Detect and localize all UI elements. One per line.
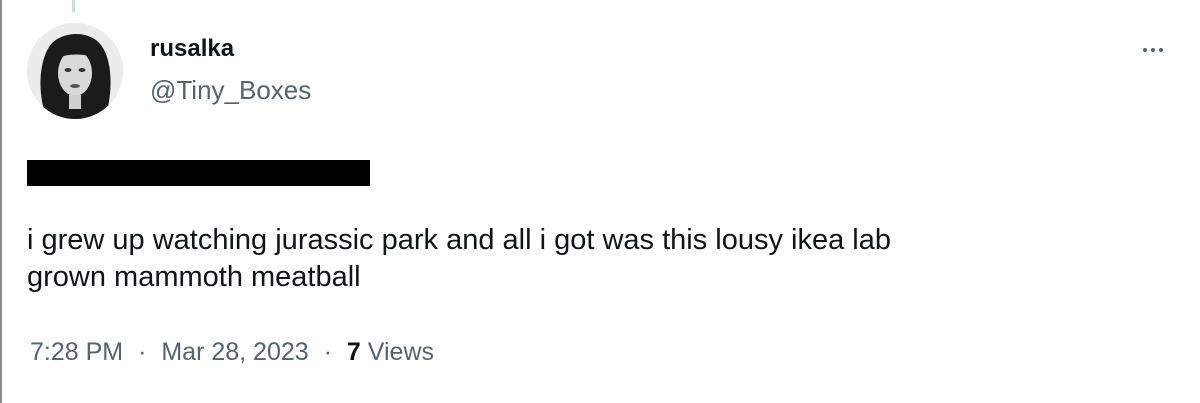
tweet-text: i grew up watching jurassic park and all… bbox=[27, 222, 1147, 296]
separator: · bbox=[138, 338, 147, 366]
avatar[interactable] bbox=[27, 23, 123, 119]
tweet-date[interactable]: Mar 28, 2023 bbox=[161, 338, 308, 366]
thread-connector-line bbox=[72, 0, 75, 12]
author-handle[interactable]: @Tiny_Boxes bbox=[150, 75, 311, 106]
tweet-metadata: 7:28 PM · Mar 28, 2023 · 7 Views bbox=[30, 338, 434, 367]
frame-border bbox=[0, 0, 2, 403]
avatar-image bbox=[27, 23, 123, 119]
more-options-button[interactable] bbox=[1133, 36, 1173, 64]
tweet-text-line-1: i grew up watching jurassic park and all… bbox=[27, 224, 891, 256]
views-count[interactable]: 7 bbox=[347, 338, 361, 366]
author-display-name[interactable]: rusalka bbox=[150, 35, 234, 63]
more-horizontal-icon bbox=[1141, 48, 1165, 52]
views-label[interactable]: Views bbox=[368, 338, 434, 366]
tweet-time[interactable]: 7:28 PM bbox=[30, 338, 123, 366]
separator: · bbox=[323, 338, 332, 366]
redaction-bar bbox=[27, 160, 370, 186]
tweet-text-line-2: grown mammoth meatball bbox=[27, 261, 361, 293]
